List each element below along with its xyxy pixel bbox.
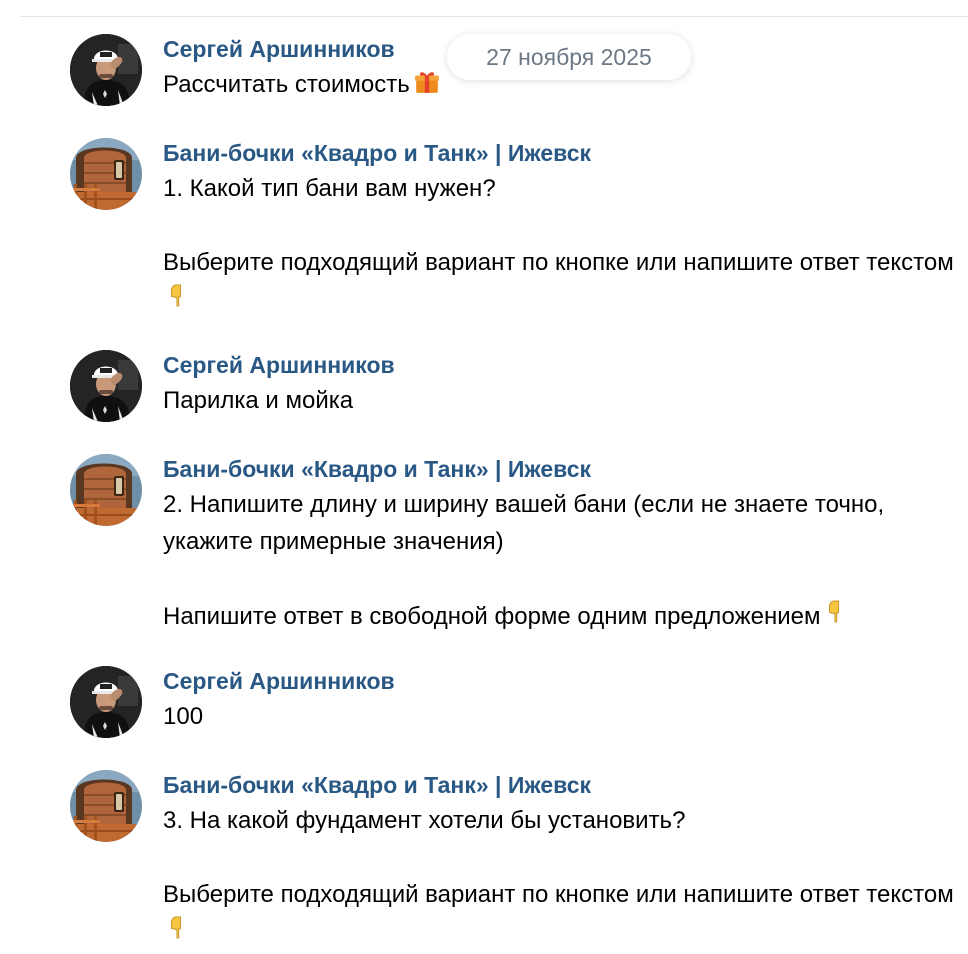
message-line: Рассчитать стоимость [163,71,410,98]
message-paragraph: Выберите подходящий вариант по кнопке ил… [163,244,963,319]
message-text: 1. Какой тип бани вам нужен? Выберите по… [163,170,968,319]
community-avatar[interactable] [70,138,142,210]
gift-icon [412,69,442,95]
message-paragraph: Напишите ответ в свободной форме одним п… [163,597,968,635]
date-badge: 27 ноября 2025 [447,34,691,80]
history-top-divider [20,16,968,17]
message-body: Бани-бочки «Квадро и Танк» | Ижевск 3. Н… [163,770,968,951]
message-author-link[interactable]: Сергей Аршинников [163,34,395,64]
message-line: 3. На какой фундамент хотели бы установи… [163,807,686,834]
message-text: 100 [163,698,968,735]
message-body: Сергей Аршинников Парилка и мойка [163,350,968,419]
message-paragraph: Выберите подходящий вариант по кнопке ил… [163,876,963,951]
message-line: 2. Напишите длину и ширину вашей бани (е… [163,491,885,555]
message-body: Бани-бочки «Квадро и Танк» | Ижевск 1. К… [163,138,968,319]
chat-history: Сергей Аршинников Рассчитать стоимость Б… [0,0,968,954]
community-avatar[interactable] [70,454,142,526]
user-avatar[interactable] [70,34,142,106]
message-line: 1. Какой тип бани вам нужен? [163,175,496,202]
message-line: 100 [163,703,204,730]
user-avatar[interactable] [70,666,142,738]
message-author-link[interactable]: Сергей Аршинников [163,350,395,380]
message-author-link[interactable]: Бани-бочки «Квадро и Танк» | Ижевск [163,454,591,484]
message-author-link[interactable]: Бани-бочки «Квадро и Танк» | Ижевск [163,770,591,800]
message-body: Сергей Аршинников 100 [163,666,968,735]
pointing-down-hand-icon [823,597,845,627]
message-line: Выберите подходящий вариант по кнопке ил… [163,249,954,276]
message-text: 3. На какой фундамент хотели бы установи… [163,802,968,951]
user-avatar[interactable] [70,350,142,422]
message-body: Бани-бочки «Квадро и Танк» | Ижевск 2. Н… [163,454,968,635]
message-text: 2. Напишите длину и ширину вашей бани (е… [163,486,968,635]
pointing-down-hand-icon [165,913,187,943]
pointing-down-hand-icon [165,281,187,311]
message-line: Напишите ответ в свободной форме одним п… [163,603,821,630]
message-author-link[interactable]: Бани-бочки «Квадро и Танк» | Ижевск [163,138,591,168]
message-line: Выберите подходящий вариант по кнопке ил… [163,881,954,908]
message-line: Парилка и мойка [163,387,354,414]
message-text: Парилка и мойка [163,382,968,419]
community-avatar[interactable] [70,770,142,842]
message-author-link[interactable]: Сергей Аршинников [163,666,395,696]
